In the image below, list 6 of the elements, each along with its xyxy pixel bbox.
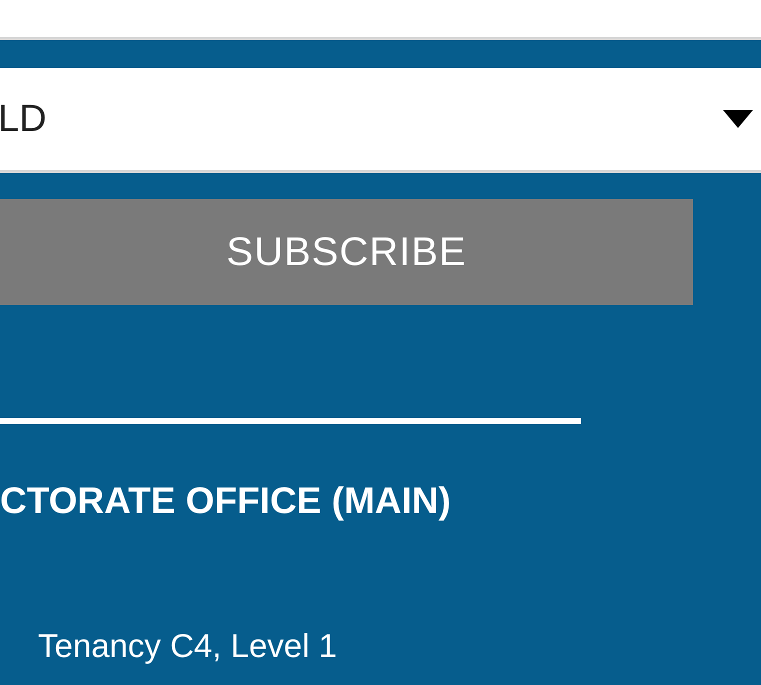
text-field[interactable] — [0, 0, 761, 40]
office-title: CTORATE OFFICE (MAIN) — [0, 482, 452, 519]
caret-icon — [723, 110, 753, 128]
subscribe-button[interactable]: SUBSCRIBE — [0, 199, 693, 305]
address-line: Tenancy C4, Level 1 — [38, 629, 338, 662]
state-select[interactable]: LD — [0, 68, 761, 173]
